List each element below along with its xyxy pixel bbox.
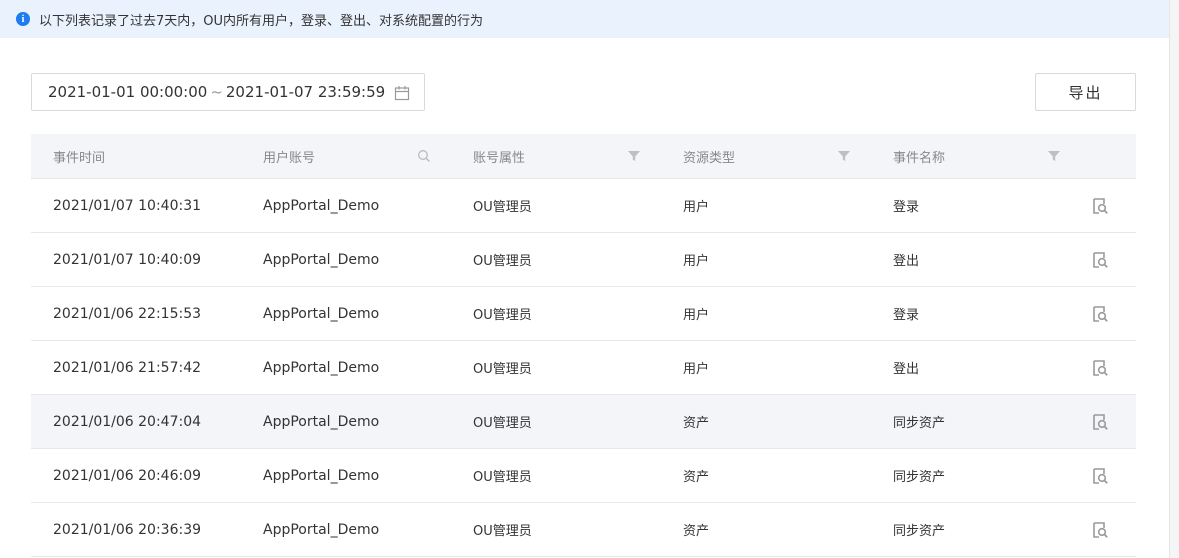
table-row[interactable]: 2021/01/07 10:40:09 AppPortal_Demo OU管理员 用户… <box>31 233 1136 287</box>
cell-account-attr: OU管理员 <box>473 308 532 323</box>
cell-resource-type: 资产 <box>683 524 710 539</box>
table-row[interactable]: 2021/01/06 20:46:09 AppPortal_Demo OU管理员 资产… <box>31 449 1136 503</box>
cell-resource-type: 资产 <box>683 416 710 431</box>
column-header-attr: 账号属性 <box>451 134 661 179</box>
view-detail-icon[interactable] <box>1091 359 1109 377</box>
cell-event-name: 同步资产 <box>893 524 946 539</box>
search-icon[interactable] <box>417 149 431 163</box>
cell-account-attr: OU管理员 <box>473 524 532 539</box>
column-header-actions <box>1081 134 1136 179</box>
column-label: 用户账号 <box>263 150 316 166</box>
cell-resource-type: 用户 <box>683 362 710 377</box>
cell-account: AppPortal_Demo <box>263 197 380 214</box>
view-detail-icon[interactable] <box>1091 197 1109 215</box>
audit-table: 事件时间 用户账号 账号属性 资源类型 事件名称 2021/01/07 10:4… <box>31 134 1136 557</box>
column-label: 账号属性 <box>473 150 526 166</box>
cell-time: 2021/01/07 10:40:31 <box>53 197 202 214</box>
cell-account: AppPortal_Demo <box>263 305 380 322</box>
table-row[interactable]: 2021/01/06 20:47:04 AppPortal_Demo OU管理员 资产… <box>31 395 1136 449</box>
cell-account-attr: OU管理员 <box>473 470 532 485</box>
notice-bar: i 以下列表记录了过去7天内，OU内所有用户，登录、登出、对系统配置的行为 <box>0 0 1169 38</box>
cell-time: 2021/01/06 20:47:04 <box>53 413 202 430</box>
column-header-time: 事件时间 <box>31 134 241 179</box>
cell-account: AppPortal_Demo <box>263 251 380 268</box>
cell-actions <box>1081 503 1136 557</box>
filter-icon[interactable] <box>1047 149 1061 163</box>
cell-event-name: 登录 <box>893 200 920 215</box>
table-header: 事件时间 用户账号 账号属性 资源类型 事件名称 <box>31 134 1136 179</box>
column-label: 事件名称 <box>893 150 946 166</box>
cell-account: AppPortal_Demo <box>263 467 380 484</box>
date-range-picker[interactable]: 2021-01-01 00:00:00 ~ 2021-01-07 23:59:5… <box>31 73 425 111</box>
notice-text: 以下列表记录了过去7天内，OU内所有用户，登录、登出、对系统配置的行为 <box>39 13 484 29</box>
cell-event-name: 登录 <box>893 308 920 323</box>
cell-event-name: 登出 <box>893 254 920 269</box>
filter-icon[interactable] <box>837 149 851 163</box>
cell-actions <box>1081 287 1136 341</box>
view-detail-icon[interactable] <box>1091 413 1109 431</box>
calendar-icon <box>394 86 410 101</box>
audit-log-page: i 以下列表记录了过去7天内，OU内所有用户，登录、登出、对系统配置的行为 20… <box>0 0 1179 558</box>
table-row[interactable]: 2021/01/07 10:40:31 AppPortal_Demo OU管理员 用户… <box>31 179 1136 233</box>
cell-resource-type: 用户 <box>683 200 710 215</box>
view-detail-icon[interactable] <box>1091 467 1109 485</box>
cell-time: 2021/01/06 20:46:09 <box>53 467 202 484</box>
table-row[interactable]: 2021/01/06 20:36:39 AppPortal_Demo OU管理员 资产… <box>31 503 1136 557</box>
cell-actions <box>1081 395 1136 449</box>
column-header-event: 事件名称 <box>871 134 1081 179</box>
cell-time: 2021/01/06 21:57:42 <box>53 359 202 376</box>
cell-actions <box>1081 179 1136 233</box>
cell-actions <box>1081 233 1136 287</box>
cell-account-attr: OU管理员 <box>473 362 532 377</box>
cell-actions <box>1081 449 1136 503</box>
cell-event-name: 登出 <box>893 362 920 377</box>
table-row[interactable]: 2021/01/06 21:57:42 AppPortal_Demo OU管理员 用户… <box>31 341 1136 395</box>
column-header-resource: 资源类型 <box>661 134 871 179</box>
cell-time: 2021/01/06 20:36:39 <box>53 521 202 538</box>
cell-account-attr: OU管理员 <box>473 416 532 431</box>
date-separator: ~ <box>210 83 223 101</box>
cell-account: AppPortal_Demo <box>263 413 380 430</box>
date-end: 2021-01-07 23:59:59 <box>225 83 386 101</box>
column-label: 资源类型 <box>683 150 736 166</box>
cell-resource-type: 用户 <box>683 254 710 269</box>
date-start: 2021-01-01 00:00:00 <box>48 83 208 101</box>
table-body: 2021/01/07 10:40:31 AppPortal_Demo OU管理员 用户… <box>31 179 1136 557</box>
cell-actions <box>1081 341 1136 395</box>
cell-event-name: 同步资产 <box>893 416 946 431</box>
cell-event-name: 同步资产 <box>893 470 946 485</box>
vertical-scrollbar[interactable] <box>1169 0 1179 558</box>
filter-icon[interactable] <box>627 149 641 163</box>
cell-time: 2021/01/07 10:40:09 <box>53 251 202 268</box>
table-row[interactable]: 2021/01/06 22:15:53 AppPortal_Demo OU管理员 用户… <box>31 287 1136 341</box>
cell-resource-type: 用户 <box>683 308 710 323</box>
cell-account-attr: OU管理员 <box>473 254 532 269</box>
cell-resource-type: 资产 <box>683 470 710 485</box>
cell-account: AppPortal_Demo <box>263 521 380 538</box>
view-detail-icon[interactable] <box>1091 305 1109 323</box>
export-button[interactable]: 导出 <box>1035 73 1136 111</box>
view-detail-icon[interactable] <box>1091 521 1109 539</box>
info-icon: i <box>16 12 30 26</box>
column-header-account: 用户账号 <box>241 134 451 179</box>
column-label: 事件时间 <box>53 150 106 166</box>
cell-time: 2021/01/06 22:15:53 <box>53 305 202 322</box>
cell-account: AppPortal_Demo <box>263 359 380 376</box>
cell-account-attr: OU管理员 <box>473 200 532 215</box>
view-detail-icon[interactable] <box>1091 251 1109 269</box>
